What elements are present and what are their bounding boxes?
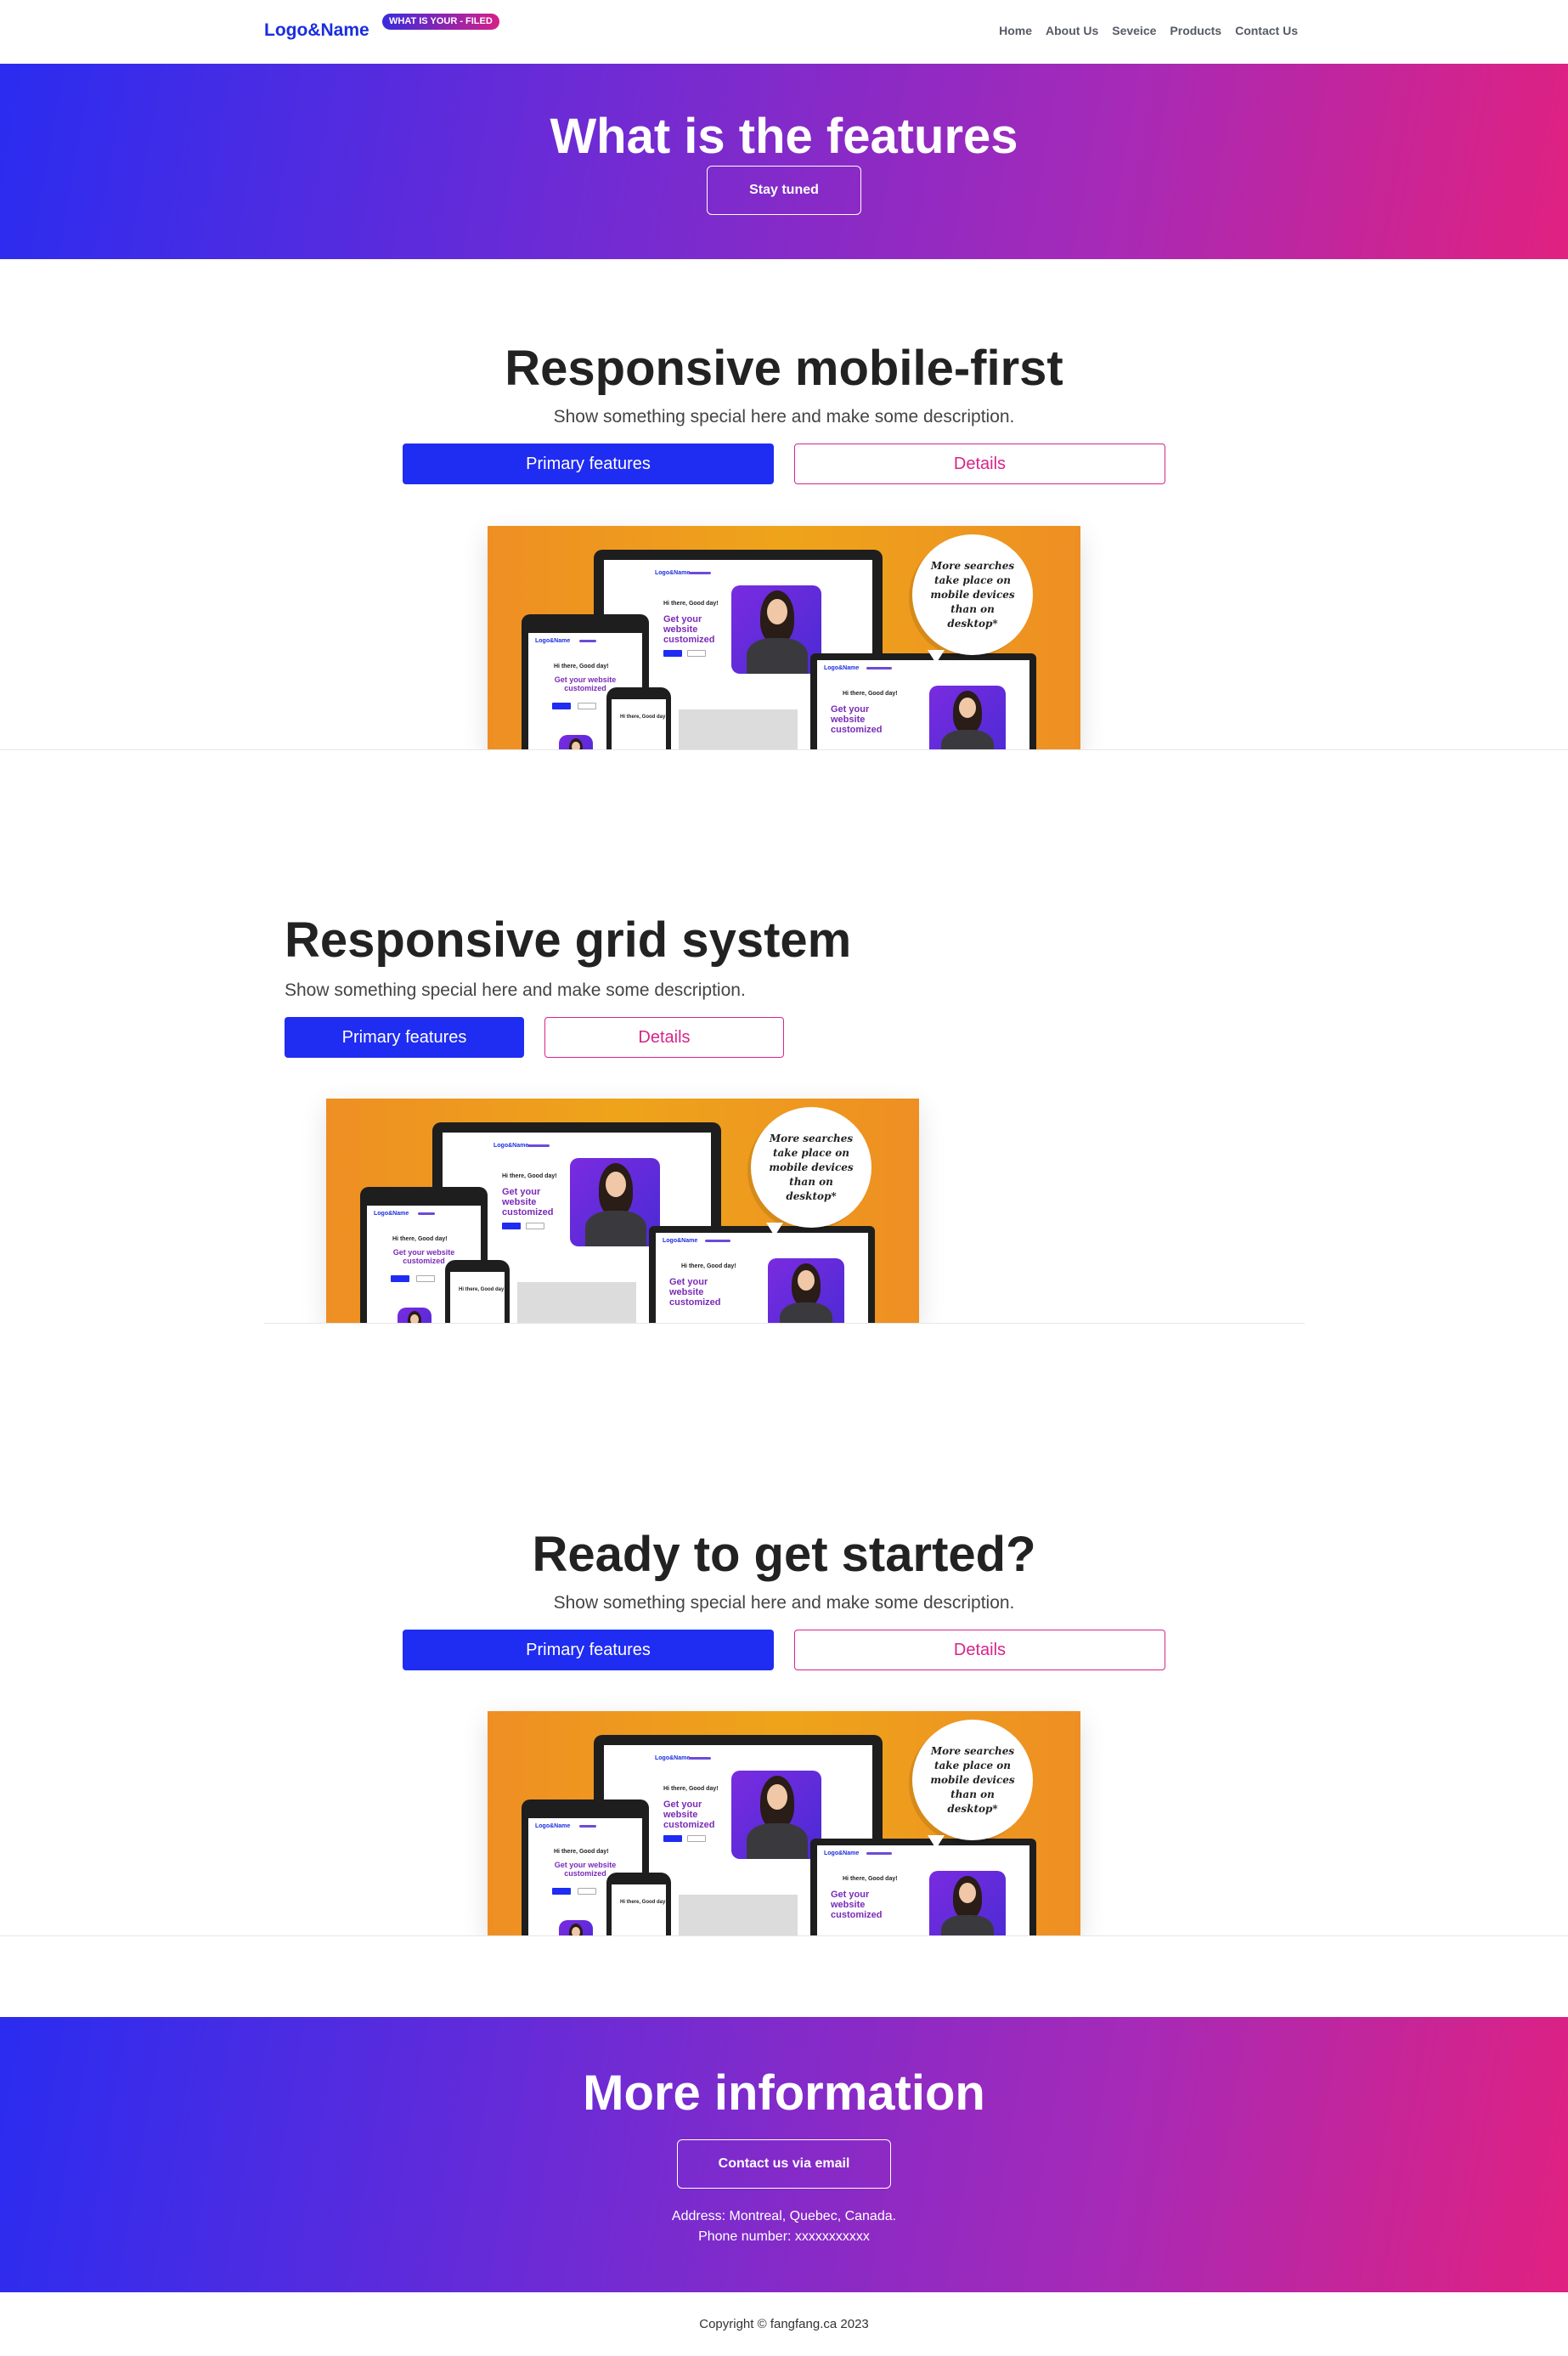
mini-brand: Logo&Name: [655, 570, 691, 576]
phone-device: Hi there, Good day!: [606, 1873, 671, 1936]
responsive-devices-image: Logo&Name Hi there, Good day! Get your w…: [326, 1099, 919, 1324]
mini-greeting: Hi there, Good day!: [681, 1263, 736, 1269]
mini-brand: Logo&Name: [535, 638, 571, 644]
section-description: Show something special here and make som…: [285, 980, 746, 1000]
navbar: Logo&Name WHAT IS YOUR - FILED Home Abou…: [0, 0, 1568, 64]
more-information-band: More information Contact us via email Ad…: [0, 2017, 1568, 2292]
phone-device: Hi there, Good day!: [445, 1260, 510, 1324]
mini-greeting: Hi there, Good day!: [663, 601, 719, 607]
section-description: Show something special here and make som…: [553, 407, 1015, 427]
mini-brand: Logo&Name: [663, 1238, 698, 1244]
monitor-device: Logo&Name Hi there, Good day! Get your w…: [810, 1839, 1036, 1936]
portrait-photo: [731, 1771, 821, 1859]
mini-brand: Logo&Name: [824, 1850, 860, 1856]
mini-greeting: Hi there, Good day!: [843, 691, 898, 697]
nav-link-home[interactable]: Home: [999, 24, 1032, 37]
speech-bubble: More searches take place on mobile devic…: [912, 534, 1033, 655]
mini-greeting: Hi there, Good day!: [663, 1786, 719, 1792]
responsive-devices-image: Logo&Name Hi there, Good day! Get your w…: [488, 1711, 1080, 1936]
mini-headline: Get your website customized: [831, 1890, 883, 1920]
mini-greeting: Hi there, Good day!: [554, 1849, 609, 1855]
brand-logo[interactable]: Logo&Name: [264, 20, 369, 41]
mini-greeting: Hi there, Good day!: [502, 1173, 557, 1179]
mini-brand: Logo&Name: [535, 1823, 571, 1829]
primary-features-button[interactable]: Primary features: [403, 444, 774, 484]
nav-links: Home About Us Seveice Products Contact U…: [999, 24, 1298, 37]
speech-bubble: More searches take place on mobile devic…: [751, 1107, 871, 1228]
details-button[interactable]: Details: [544, 1017, 784, 1058]
details-button[interactable]: Details: [794, 444, 1165, 484]
mini-greeting: Hi there, Good day!: [392, 1236, 448, 1242]
section-description: Show something special here and make som…: [553, 1593, 1015, 1613]
feature-section-get-started: Ready to get started? Show something spe…: [0, 1324, 1568, 1936]
mini-greeting: Hi there, Good day!: [620, 715, 666, 720]
primary-features-button[interactable]: Primary features: [285, 1017, 524, 1058]
contact-email-button[interactable]: Contact us via email: [677, 2139, 891, 2189]
mini-headline: Get your website customized: [669, 1277, 721, 1308]
primary-features-button[interactable]: Primary features: [403, 1630, 774, 1670]
nav-link-products[interactable]: Products: [1170, 24, 1221, 37]
hero-title: What is the features: [550, 109, 1018, 164]
portrait-photo: [570, 1158, 660, 1246]
phone-device: Hi there, Good day!: [606, 687, 671, 750]
section-divider: [0, 1935, 1568, 1936]
mini-headline: Get your website customized: [502, 1187, 554, 1218]
feature-section-mobile-first: Responsive mobile-first Show something s…: [0, 259, 1568, 750]
hero-banner: What is the features Stay tuned: [0, 64, 1568, 259]
phone-text: Phone number: xxxxxxxxxxx: [698, 2229, 870, 2244]
responsive-devices-image: Logo&Name Hi there, Good day! Get your w…: [488, 526, 1080, 750]
monitor-device: Logo&Name Hi there, Good day! Get your w…: [649, 1226, 875, 1324]
mini-greeting: Hi there, Good day!: [459, 1287, 505, 1292]
portrait-photo: [731, 585, 821, 674]
nav-link-service[interactable]: Seveice: [1112, 24, 1156, 37]
mini-greeting: Hi there, Good day!: [843, 1876, 898, 1882]
details-button[interactable]: Details: [794, 1630, 1165, 1670]
mini-brand: Logo&Name: [494, 1143, 529, 1149]
mini-greeting: Hi there, Good day!: [620, 1900, 666, 1905]
section-title: Responsive mobile-first: [505, 341, 1063, 396]
mini-greeting: Hi there, Good day!: [554, 664, 609, 670]
speech-bubble: More searches take place on mobile devic…: [912, 1720, 1033, 1840]
feature-section-grid-system: Responsive grid system Show something sp…: [0, 750, 1568, 1324]
mini-headline: Get your website customized: [831, 704, 883, 735]
stay-tuned-button[interactable]: Stay tuned: [707, 166, 861, 215]
brand-badge: WHAT IS YOUR - FILED: [382, 14, 499, 30]
mini-brand: Logo&Name: [374, 1211, 409, 1217]
nav-link-about[interactable]: About Us: [1046, 24, 1098, 37]
more-info-title: More information: [583, 2065, 985, 2121]
nav-link-contact[interactable]: Contact Us: [1235, 24, 1298, 37]
mini-brand: Logo&Name: [824, 665, 860, 671]
mini-headline: Get your website customized: [663, 1799, 715, 1830]
copyright-text: Copyright © fangfang.ca 2023: [699, 2317, 869, 2331]
address-text: Address: Montreal, Quebec, Canada.: [671, 2209, 897, 2223]
mini-brand: Logo&Name: [655, 1755, 691, 1761]
mini-headline: Get your website customized: [663, 614, 715, 645]
section-title: Responsive grid system: [285, 912, 852, 968]
monitor-device: Logo&Name Hi there, Good day! Get your w…: [810, 653, 1036, 750]
section-title: Ready to get started?: [532, 1527, 1036, 1582]
